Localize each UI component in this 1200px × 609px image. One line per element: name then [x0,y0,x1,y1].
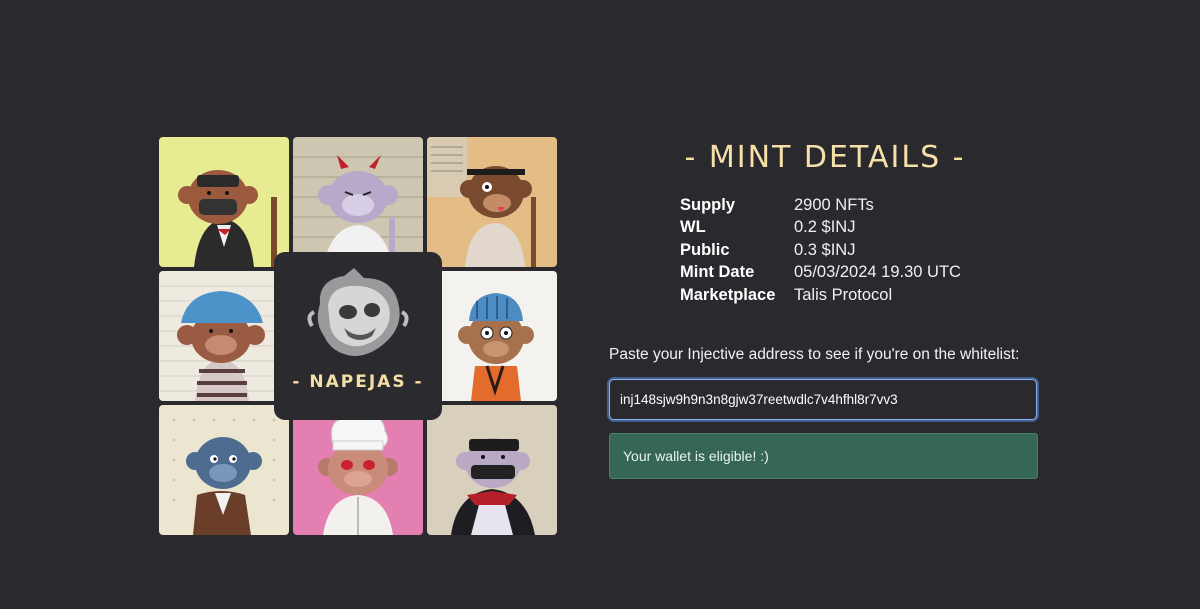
eligibility-message: Your wallet is eligible! :) [623,448,769,464]
detail-label: Public [680,240,730,259]
nft-image-bandit-monkey [427,405,557,535]
nft-collage: - NAPEJAS - [159,137,557,535]
detail-label: WL [680,218,706,237]
nft-image-blue-monkey [159,405,289,535]
detail-label: Supply [680,195,736,214]
nft-image-beanie-monkey [427,271,557,401]
detail-value: 2900 NFTs [794,195,874,214]
detail-row-mint-date: Mint Date 05/03/2024 19.30 UTC [680,262,961,285]
nft-image-horned-monkey [293,137,423,267]
detail-value: 0.3 $INJ [794,240,856,259]
detail-row-public: Public 0.3 $INJ [680,239,961,262]
nft-image-bucket-hat-monkey [159,271,289,401]
detail-value: Talis Protocol [794,285,893,304]
napejas-logo-tile: - NAPEJAS - [276,254,440,418]
napejas-logo-text: - NAPEJAS - [292,372,424,392]
detail-value: 05/03/2024 19.30 UTC [794,263,961,282]
nft-image-eyepatch-monkey [427,137,557,267]
detail-row-wl: WL 0.2 $INJ [680,217,961,240]
whitelist-prompt: Paste your Injective address to see if y… [609,346,1020,363]
nft-image-masked-monkey [159,137,289,267]
nft-image-chef-monkey [293,405,423,535]
mint-details-title: - MINT DETAILS - [684,140,966,175]
detail-label: Marketplace [680,285,776,304]
mint-details-list: Supply 2900 NFTs WL 0.2 $INJ Public 0.3 … [680,194,961,307]
detail-row-supply: Supply 2900 NFTs [680,194,961,217]
injective-address-input[interactable] [609,379,1037,420]
eligibility-alert: Your wallet is eligible! :) [609,433,1038,479]
detail-row-marketplace: Marketplace Talis Protocol [680,284,961,307]
detail-label: Mint Date [680,263,755,282]
detail-value: 0.2 $INJ [794,218,856,237]
